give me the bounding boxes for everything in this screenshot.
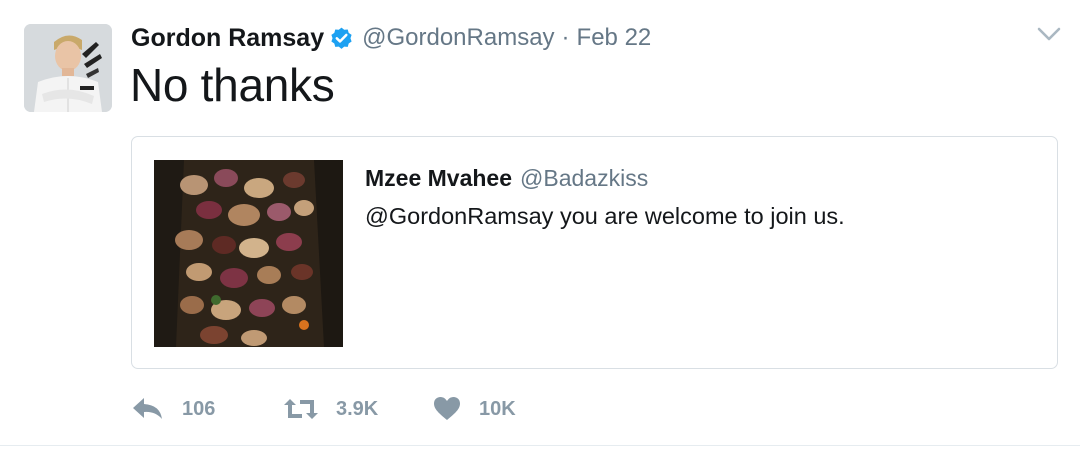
tweet-text: No thanks [130,59,335,111]
avatar-image [24,24,112,112]
tweet-header: Gordon Ramsay @GordonRamsay · Feb 22 [131,20,651,56]
header-separator: · [561,24,570,51]
reply-count: 106 [182,397,216,420]
retweet-count: 3.9K [336,397,379,420]
food-photo [154,160,343,347]
bottom-divider [0,445,1080,446]
reply-action[interactable]: 106 [131,396,281,422]
author-name[interactable]: Gordon Ramsay [131,24,324,53]
tweet-actions: 106 3.9K 10K [131,392,573,426]
quoted-author-name[interactable]: Mzee Mvahee [365,165,512,192]
tweet-card: Gordon Ramsay @GordonRamsay · Feb 22 No … [0,0,1080,450]
author-handle[interactable]: @GordonRamsay [362,24,554,52]
like-action[interactable]: 10K [433,396,573,422]
reply-icon [133,398,162,419]
like-count: 10K [479,397,516,420]
tweet-date[interactable]: Feb 22 [577,24,652,52]
quoted-tweet[interactable]: Mzee Mvahee @Badazkiss @GordonRamsay you… [131,136,1058,369]
retweet-action[interactable]: 3.9K [281,396,433,422]
quoted-tweet-image[interactable] [154,160,343,347]
avatar[interactable] [24,24,112,112]
quoted-author-handle[interactable]: @Badazkiss [520,165,648,192]
heart-icon [434,397,460,420]
quoted-tweet-header: Mzee Mvahee @Badazkiss [365,165,648,192]
quoted-tweet-text: @GordonRamsay you are welcome to join us… [365,203,845,229]
retweet-icon [284,399,318,419]
chevron-down-icon[interactable] [1037,24,1061,44]
verified-badge-icon [331,27,352,49]
